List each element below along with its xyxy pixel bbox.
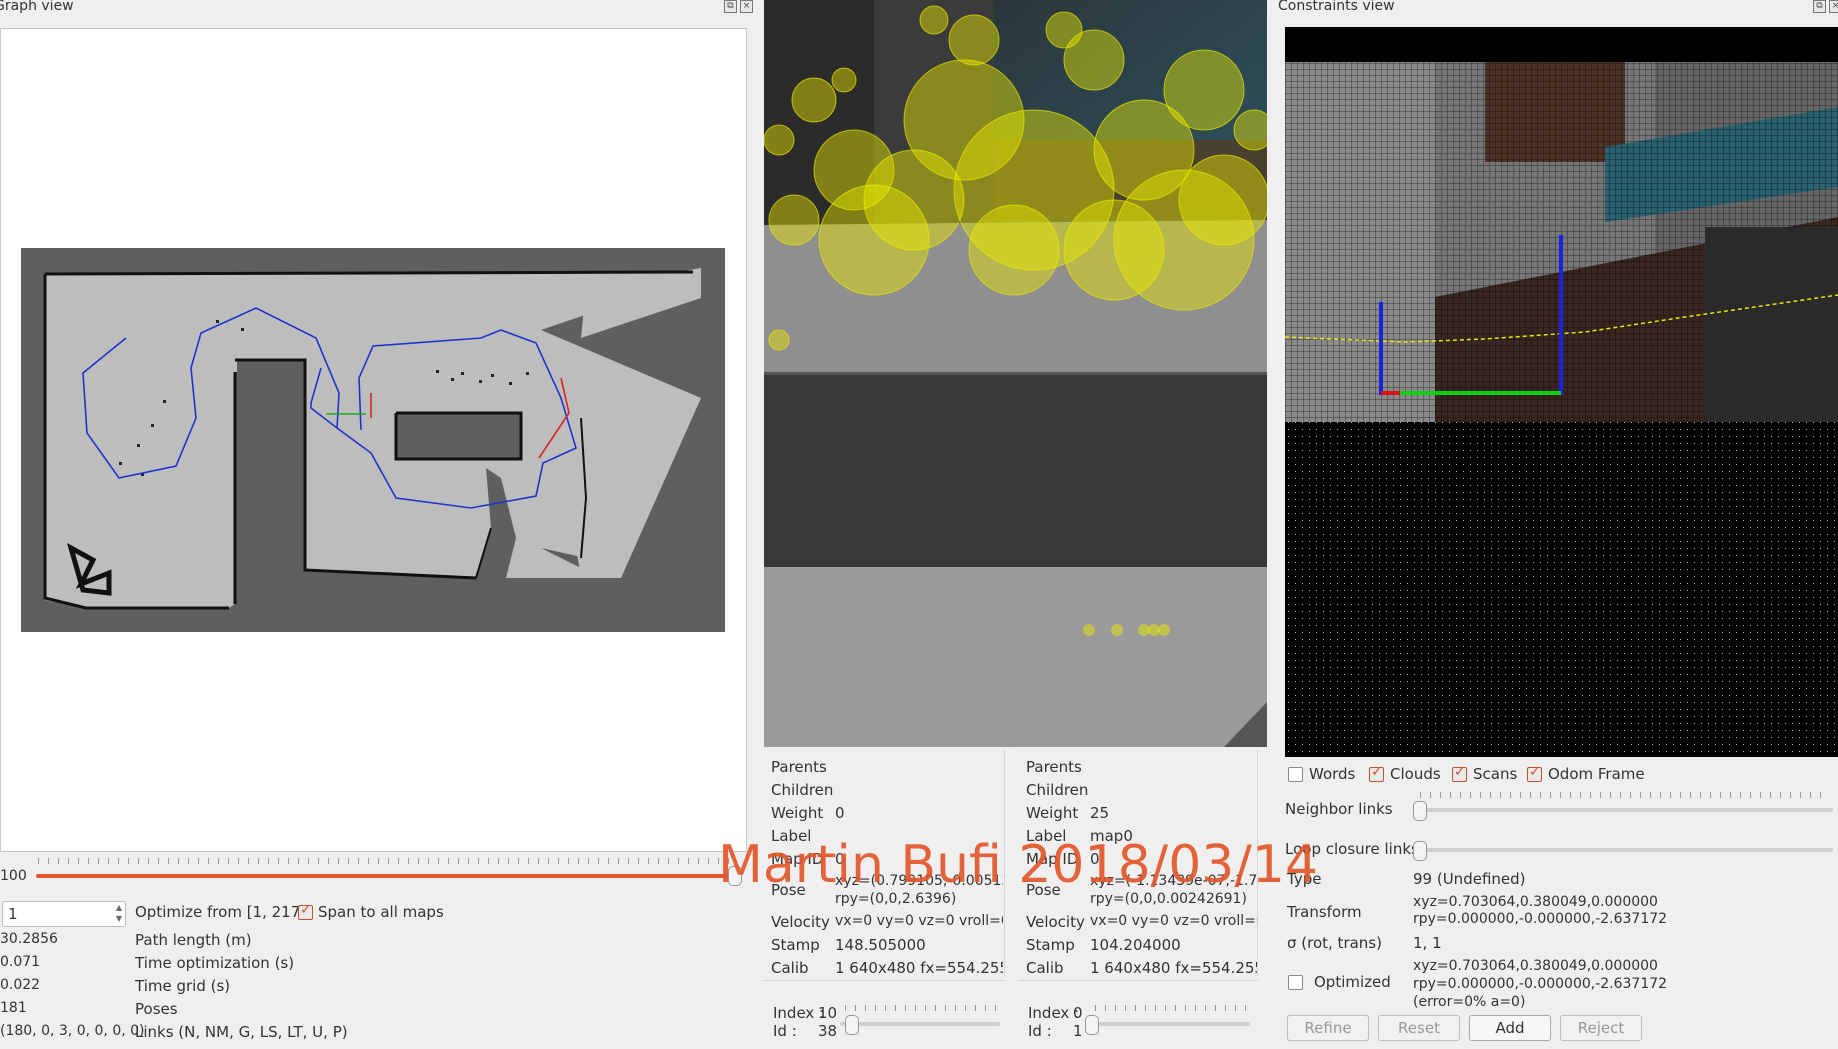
velocity-value: vx=0 vy=0 vz=0 vroll=0 vp: [835, 913, 1003, 929]
index-value: 10: [818, 1004, 838, 1022]
index-value: 0: [1073, 1004, 1083, 1022]
velocity-label: Velocity: [771, 913, 830, 931]
feature-overlay: [764, 0, 1267, 372]
cloud-3d-view[interactable]: [1285, 27, 1838, 757]
velocity-label: Velocity: [1026, 913, 1085, 931]
id-value: 38: [818, 1022, 838, 1040]
stat-value: (180, 0, 3, 0, 0, 0, 0): [0, 1023, 145, 1039]
refine-button[interactable]: Refine: [1287, 1015, 1369, 1041]
scans-label: Scans: [1473, 765, 1518, 783]
stat-value: 0.071: [0, 954, 41, 970]
image-view-bottom[interactable]: [764, 372, 1267, 747]
neighbor-links-handle[interactable]: [1413, 801, 1427, 821]
graph-view-title: Graph view: [0, 0, 74, 14]
neighbor-links-slider[interactable]: [1418, 808, 1833, 812]
graph-slider-value: 100: [0, 868, 27, 884]
watermark-text: Martin Bufi 2018/03/14: [718, 835, 1319, 895]
loop-closure-links-slider[interactable]: [1418, 848, 1833, 852]
optimized-label: Optimized: [1314, 973, 1391, 991]
optimize-from-value: 1: [8, 905, 18, 923]
optimized-error: (error=0% a=0): [1413, 994, 1526, 1010]
stat-label: Links (N, NM, G, LS, LT, U, P): [135, 1023, 348, 1041]
stat-value: 0.022: [0, 977, 41, 993]
optimized-xyz: xyz=0.703064,0.380049,0.000000: [1413, 958, 1658, 974]
transform-label: Transform: [1287, 903, 1362, 921]
calib-value: 1 640x480 fx=554.255 fy: [1090, 959, 1258, 977]
sigma-value: 1, 1: [1413, 934, 1442, 952]
weight-value: 0: [835, 804, 845, 822]
sigma-label: σ (rot, trans): [1287, 934, 1382, 952]
parents-label: Parents: [1026, 758, 1082, 776]
graph-slider[interactable]: [36, 874, 736, 878]
calib-label: Calib: [771, 959, 809, 977]
span-all-maps-checkbox[interactable]: [298, 902, 313, 920]
optimized-rpy: rpy=0.000000,-0.000000,-2.637172: [1413, 976, 1668, 992]
node-left-slider[interactable]: [840, 1022, 1000, 1026]
stamp-value: 104.204000: [1090, 936, 1181, 954]
float-icon[interactable]: ⧉: [724, 0, 737, 13]
odom-frame-checkbox[interactable]: [1527, 764, 1542, 782]
weight-label: Weight: [1026, 804, 1079, 822]
transform-xyz: xyz=0.703064,0.380049,0.000000: [1413, 894, 1658, 910]
transform-rpy: rpy=0.000000,-0.000000,-2.637172: [1413, 911, 1668, 927]
scans-checkbox[interactable]: [1452, 764, 1467, 782]
graph-canvas[interactable]: [0, 28, 747, 852]
neighbor-links-ticks: [1420, 792, 1830, 798]
id-value: 1: [1073, 1022, 1083, 1040]
stat-label: Time grid (s): [135, 977, 231, 995]
node-left-ticks: [845, 1005, 1001, 1011]
id-label: Id :: [1028, 1022, 1052, 1040]
type-value: 99 (Undefined): [1413, 870, 1526, 888]
weight-value: 25: [1090, 804, 1110, 822]
add-button[interactable]: Add: [1469, 1015, 1551, 1041]
neighbor-links-label: Neighbor links: [1285, 800, 1393, 818]
node-right-hscroll[interactable]: [1018, 980, 1258, 991]
id-label: Id :: [773, 1022, 797, 1040]
node-right-slider-handle[interactable]: [1085, 1015, 1099, 1035]
children-label: Children: [771, 781, 834, 799]
stat-value: 30.2856: [0, 931, 58, 947]
spin-arrows-icon[interactable]: ▲ ▼: [116, 902, 122, 924]
index-label: Index :: [773, 1004, 825, 1022]
stamp-value: 148.505000: [835, 936, 926, 954]
image-view-top[interactable]: [764, 0, 1267, 372]
cloud-render: [1285, 62, 1838, 757]
reset-button[interactable]: Reset: [1378, 1015, 1460, 1041]
stat-value: 181: [0, 1000, 27, 1016]
calib-label: Calib: [1026, 959, 1064, 977]
stamp-label: Stamp: [771, 936, 820, 954]
close-icon[interactable]: ×: [1829, 0, 1838, 13]
optimize-from-label: Optimize from [1, 217]: [135, 903, 307, 921]
node-left-hscroll[interactable]: [764, 980, 1004, 991]
stat-label: Poses: [135, 1000, 178, 1018]
stat-label: Path length (m): [135, 931, 252, 949]
words-checkbox[interactable]: [1288, 767, 1303, 782]
words-label: Words: [1309, 765, 1356, 783]
occupancy-map: [21, 248, 725, 632]
velocity-value: vx=0 vy=0 vz=0 vroll=0 v: [1090, 913, 1258, 929]
clouds-checkbox[interactable]: [1369, 764, 1384, 782]
graph-slider-ticks: [38, 858, 734, 864]
close-icon[interactable]: ×: [740, 0, 753, 13]
span-all-maps-label: Span to all maps: [318, 903, 444, 921]
reject-button[interactable]: Reject: [1560, 1015, 1642, 1041]
loop-closure-links-handle[interactable]: [1413, 841, 1427, 861]
float-icon[interactable]: ⧉: [1813, 0, 1826, 13]
weight-label: Weight: [771, 804, 824, 822]
index-label: Index :: [1028, 1004, 1080, 1022]
node-right-ticks: [1095, 1005, 1251, 1011]
node-right-slider[interactable]: [1090, 1022, 1250, 1026]
optimize-from-spinbox[interactable]: 1 ▲ ▼: [2, 901, 126, 927]
depth-overlay: [764, 372, 1267, 747]
parents-label: Parents: [771, 758, 827, 776]
stamp-label: Stamp: [1026, 936, 1075, 954]
optimized-checkbox[interactable]: [1288, 975, 1303, 990]
children-label: Children: [1026, 781, 1089, 799]
node-left-slider-handle[interactable]: [845, 1015, 859, 1035]
constraints-view-title: Constraints view: [1278, 0, 1395, 14]
stat-label: Time optimization (s): [135, 954, 295, 972]
odom-frame-label: Odom Frame: [1548, 765, 1645, 783]
clouds-label: Clouds: [1390, 765, 1441, 783]
calib-value: 1 640x480 fx=554.255 fy: [835, 959, 1003, 977]
